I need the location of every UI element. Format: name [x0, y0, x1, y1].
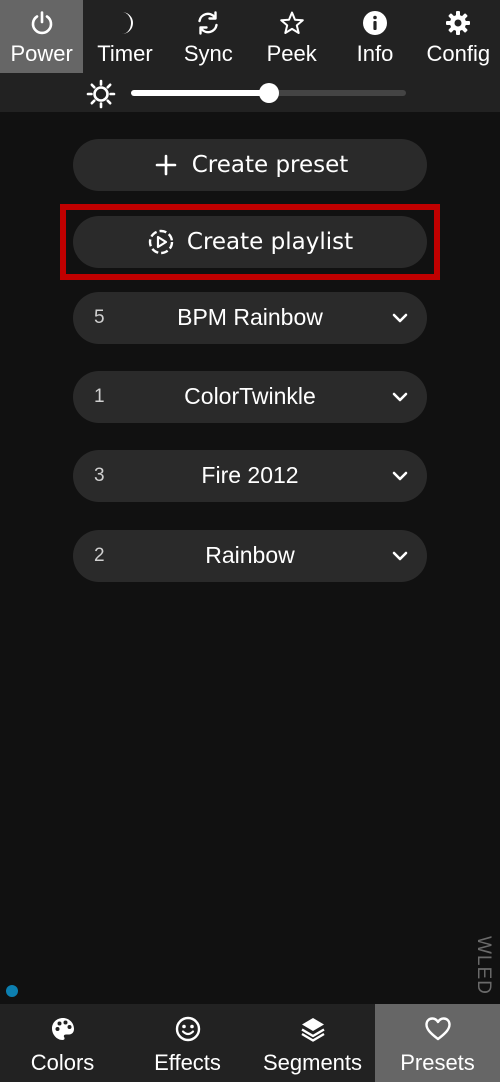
chevron-down-icon[interactable] [389, 386, 411, 408]
heart-icon [423, 1014, 453, 1044]
top-bar: Power Timer Sync Peek Info Config [0, 0, 500, 112]
config-label: Config [426, 41, 491, 66]
power-label: Power [10, 41, 73, 66]
tab-segments-label: Segments [262, 1050, 363, 1075]
tab-presets[interactable]: Presets [375, 1004, 500, 1082]
playlist-icon [147, 228, 175, 256]
info-icon [360, 8, 390, 38]
chevron-down-icon[interactable] [389, 307, 411, 329]
brightness-slider-thumb[interactable] [258, 83, 279, 103]
sync-label: Sync [183, 41, 233, 66]
tab-presets-label: Presets [400, 1050, 475, 1075]
create-playlist-label: Create playlist [186, 229, 354, 255]
star-icon [277, 8, 307, 38]
layers-icon [298, 1014, 328, 1044]
gear-icon [443, 8, 473, 38]
brightness-slider-fill [131, 90, 269, 96]
preset-name: Rainbow [205, 542, 295, 568]
smiley-icon [173, 1014, 203, 1044]
top-nav: Power Timer Sync Peek Info Config [0, 0, 500, 73]
palette-icon [48, 1014, 78, 1044]
preset-item[interactable]: 1 ColorTwinkle [73, 371, 427, 423]
moon-icon [110, 8, 140, 38]
brightness-icon [86, 79, 116, 109]
wled-watermark-text: WLED [473, 936, 494, 995]
timer-button[interactable]: Timer [83, 0, 166, 73]
info-label: Info [356, 41, 394, 66]
tab-segments[interactable]: Segments [250, 1004, 375, 1082]
power-icon [27, 8, 57, 38]
preset-name: BPM Rainbow [177, 304, 323, 330]
connection-indicator [6, 985, 18, 997]
preset-name: ColorTwinkle [184, 383, 316, 409]
tab-effects[interactable]: Effects [125, 1004, 250, 1082]
brightness-slider[interactable] [131, 83, 406, 103]
power-button[interactable]: Power [0, 0, 84, 73]
chevron-down-icon[interactable] [389, 545, 411, 567]
sync-icon [193, 8, 223, 38]
tab-colors[interactable]: Colors [0, 1004, 125, 1082]
chevron-down-icon[interactable] [389, 465, 411, 487]
sync-button[interactable]: Sync [167, 0, 250, 73]
preset-item[interactable]: 2 Rainbow [73, 530, 427, 582]
create-playlist-button[interactable]: Create playlist [73, 216, 427, 268]
config-button[interactable]: Config [417, 0, 500, 73]
tab-colors-label: Colors [30, 1050, 95, 1075]
plus-icon [152, 151, 180, 179]
bottom-nav: Colors Effects Segments Presets [0, 1004, 500, 1082]
preset-name: Fire 2012 [201, 462, 299, 488]
info-button[interactable]: Info [333, 0, 416, 73]
create-preset-button[interactable]: Create preset [73, 139, 427, 191]
tab-effects-label: Effects [154, 1050, 221, 1075]
timer-label: Timer [97, 41, 153, 66]
wled-watermark: WLED [470, 936, 496, 998]
create-preset-label: Create preset [191, 152, 349, 178]
peek-label: Peek [266, 41, 317, 66]
brightness-row [0, 73, 500, 112]
preset-item[interactable]: 3 Fire 2012 [73, 450, 427, 502]
preset-item[interactable]: 5 BPM Rainbow [73, 292, 427, 344]
peek-button[interactable]: Peek [250, 0, 333, 73]
